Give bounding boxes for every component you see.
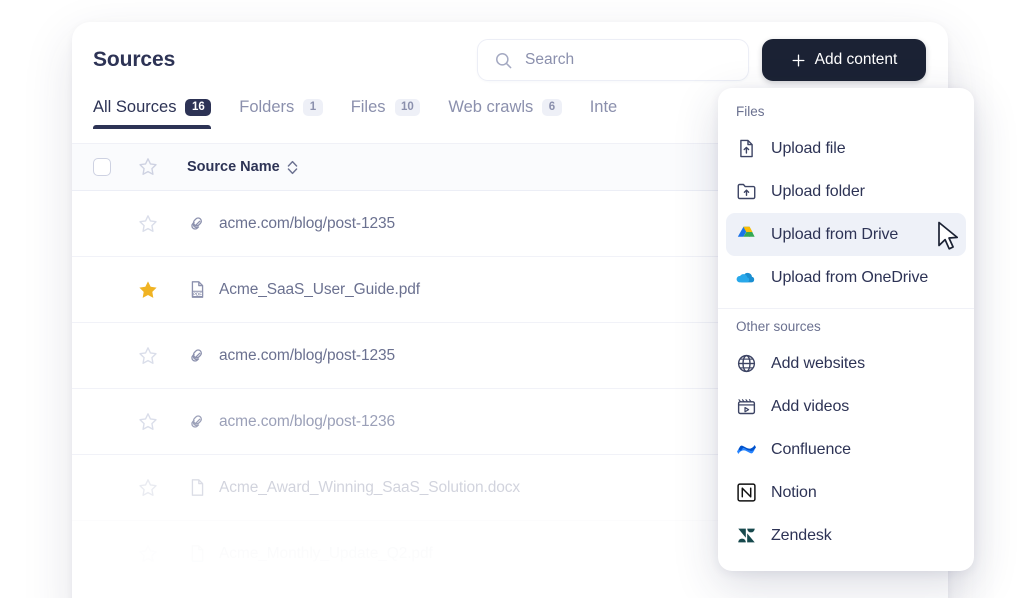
menu-section-label-files: Files (736, 104, 765, 119)
row-name-cell: acme.com/blog/post-1235 (187, 213, 708, 234)
row-name-cell: Acme_Monthly_Update_Q2.pdf (187, 543, 708, 564)
menu-item-upload-from-onedrive[interactable]: Upload from OneDrive (726, 256, 966, 299)
sort-chevrons-icon (287, 160, 297, 174)
tab-label: Web crawls (448, 98, 534, 116)
row-name-cell: PDF Acme_SaaS_User_Guide.pdf (187, 279, 708, 300)
menu-item-label: Confluence (771, 440, 851, 458)
menu-item-label: Upload from OneDrive (771, 268, 929, 286)
source-name: Acme_SaaS_User_Guide.pdf (219, 280, 420, 298)
select-all-cell (93, 158, 137, 176)
source-name: acme.com/blog/post-1235 (219, 214, 396, 232)
upload-folder-icon (737, 183, 756, 200)
tab-badge: 1 (303, 99, 323, 116)
row-name-cell: acme.com/blog/post-1235 (187, 345, 708, 366)
row-favorite-cell (137, 279, 187, 301)
svg-text:PDF: PDF (193, 292, 202, 297)
tab-label: Files (350, 98, 386, 116)
notion-icon (737, 483, 756, 502)
row-favorite-cell (137, 411, 187, 433)
source-name: acme.com/blog/post-1236 (219, 412, 396, 430)
tab-web-crawls[interactable]: Web crawls 6 (448, 98, 562, 129)
menu-section-label-other-sources: Other sources (736, 319, 821, 334)
add-content-label: Add content (814, 51, 898, 68)
favorite-header-cell (137, 156, 187, 178)
video-icon (737, 399, 756, 415)
menu-item-add-videos[interactable]: Add videos (726, 385, 966, 428)
tab-label: All Sources (93, 98, 177, 116)
source-name-header[interactable]: Source Name (187, 159, 298, 175)
doc-icon (191, 479, 204, 496)
zendesk-icon (738, 528, 755, 543)
tab-files[interactable]: Files 10 (351, 98, 421, 129)
pdf-icon: PDF (191, 281, 204, 298)
page-title: Sources (93, 48, 176, 71)
menu-item-add-websites[interactable]: Add websites (726, 342, 966, 385)
row-name-cell: acme.com/blog/post-1236 (187, 411, 708, 432)
tab-badge: 10 (394, 99, 421, 116)
menu-item-confluence[interactable]: Confluence (726, 428, 966, 471)
plus-icon (792, 54, 805, 66)
tab-integrations[interactable]: Inte (590, 98, 618, 129)
add-content-button[interactable]: Add content (762, 39, 926, 81)
screen-root: Sources Add content All Sources 16 (0, 0, 1024, 598)
search-box[interactable] (477, 39, 749, 81)
menu-item-label: Upload file (771, 139, 846, 157)
menu-item-zendesk[interactable]: Zendesk (726, 514, 966, 557)
source-name: acme.com/blog/post-1235 (219, 346, 396, 364)
add-content-menu: Files Upload file Upload folder Upload f… (718, 88, 974, 571)
tab-folders[interactable]: Folders 1 (239, 98, 323, 129)
star-icon[interactable] (137, 345, 159, 367)
row-favorite-cell (137, 345, 187, 367)
google-drive-icon (737, 226, 755, 237)
star-icon[interactable] (137, 411, 159, 433)
menu-divider (718, 308, 974, 309)
menu-item-notion[interactable]: Notion (726, 471, 966, 514)
row-name-cell: Acme_Award_Winning_SaaS_Solution.docx (187, 477, 708, 498)
tab-badge: 16 (185, 99, 212, 116)
star-icon[interactable] (137, 477, 159, 499)
menu-item-label: Upload from Drive (771, 225, 899, 243)
source-name: Acme_Monthly_Update_Q2.pdf (219, 544, 433, 562)
link-icon (191, 349, 202, 362)
onedrive-icon (736, 272, 755, 283)
source-name-header-cell: Source Name (187, 159, 708, 175)
menu-item-label: Add websites (771, 354, 865, 372)
menu-item-upload-file[interactable]: Upload file (726, 127, 966, 170)
star-icon[interactable] (137, 156, 159, 178)
link-icon (191, 415, 202, 428)
upload-file-icon (740, 139, 753, 158)
menu-item-upload-folder[interactable]: Upload folder (726, 170, 966, 213)
menu-item-label: Upload folder (771, 182, 865, 200)
row-favorite-cell (137, 213, 187, 235)
menu-item-label: Notion (771, 483, 817, 501)
search-input[interactable] (525, 51, 725, 69)
star-icon-filled[interactable] (137, 279, 159, 301)
doc-icon (191, 545, 204, 562)
row-favorite-cell (137, 543, 187, 565)
menu-item-upload-from-drive[interactable]: Upload from Drive (726, 213, 966, 256)
tab-badge: 6 (542, 99, 562, 116)
star-icon[interactable] (137, 213, 159, 235)
globe-icon (737, 354, 756, 373)
tab-label: Inte (589, 98, 618, 116)
select-all-checkbox[interactable] (93, 158, 111, 176)
star-icon[interactable] (137, 543, 159, 565)
tab-bar: All Sources 16 Folders 1 Files 10 Web cr… (93, 98, 617, 129)
row-favorite-cell (137, 477, 187, 499)
source-name: Acme_Award_Winning_SaaS_Solution.docx (219, 478, 521, 496)
menu-item-label: Zendesk (771, 526, 832, 544)
menu-item-label: Add videos (771, 397, 850, 415)
confluence-icon (737, 444, 756, 455)
tab-all-sources[interactable]: All Sources 16 (93, 98, 212, 129)
search-icon (496, 52, 512, 68)
link-icon (191, 217, 202, 230)
tab-label: Folders (239, 98, 295, 116)
